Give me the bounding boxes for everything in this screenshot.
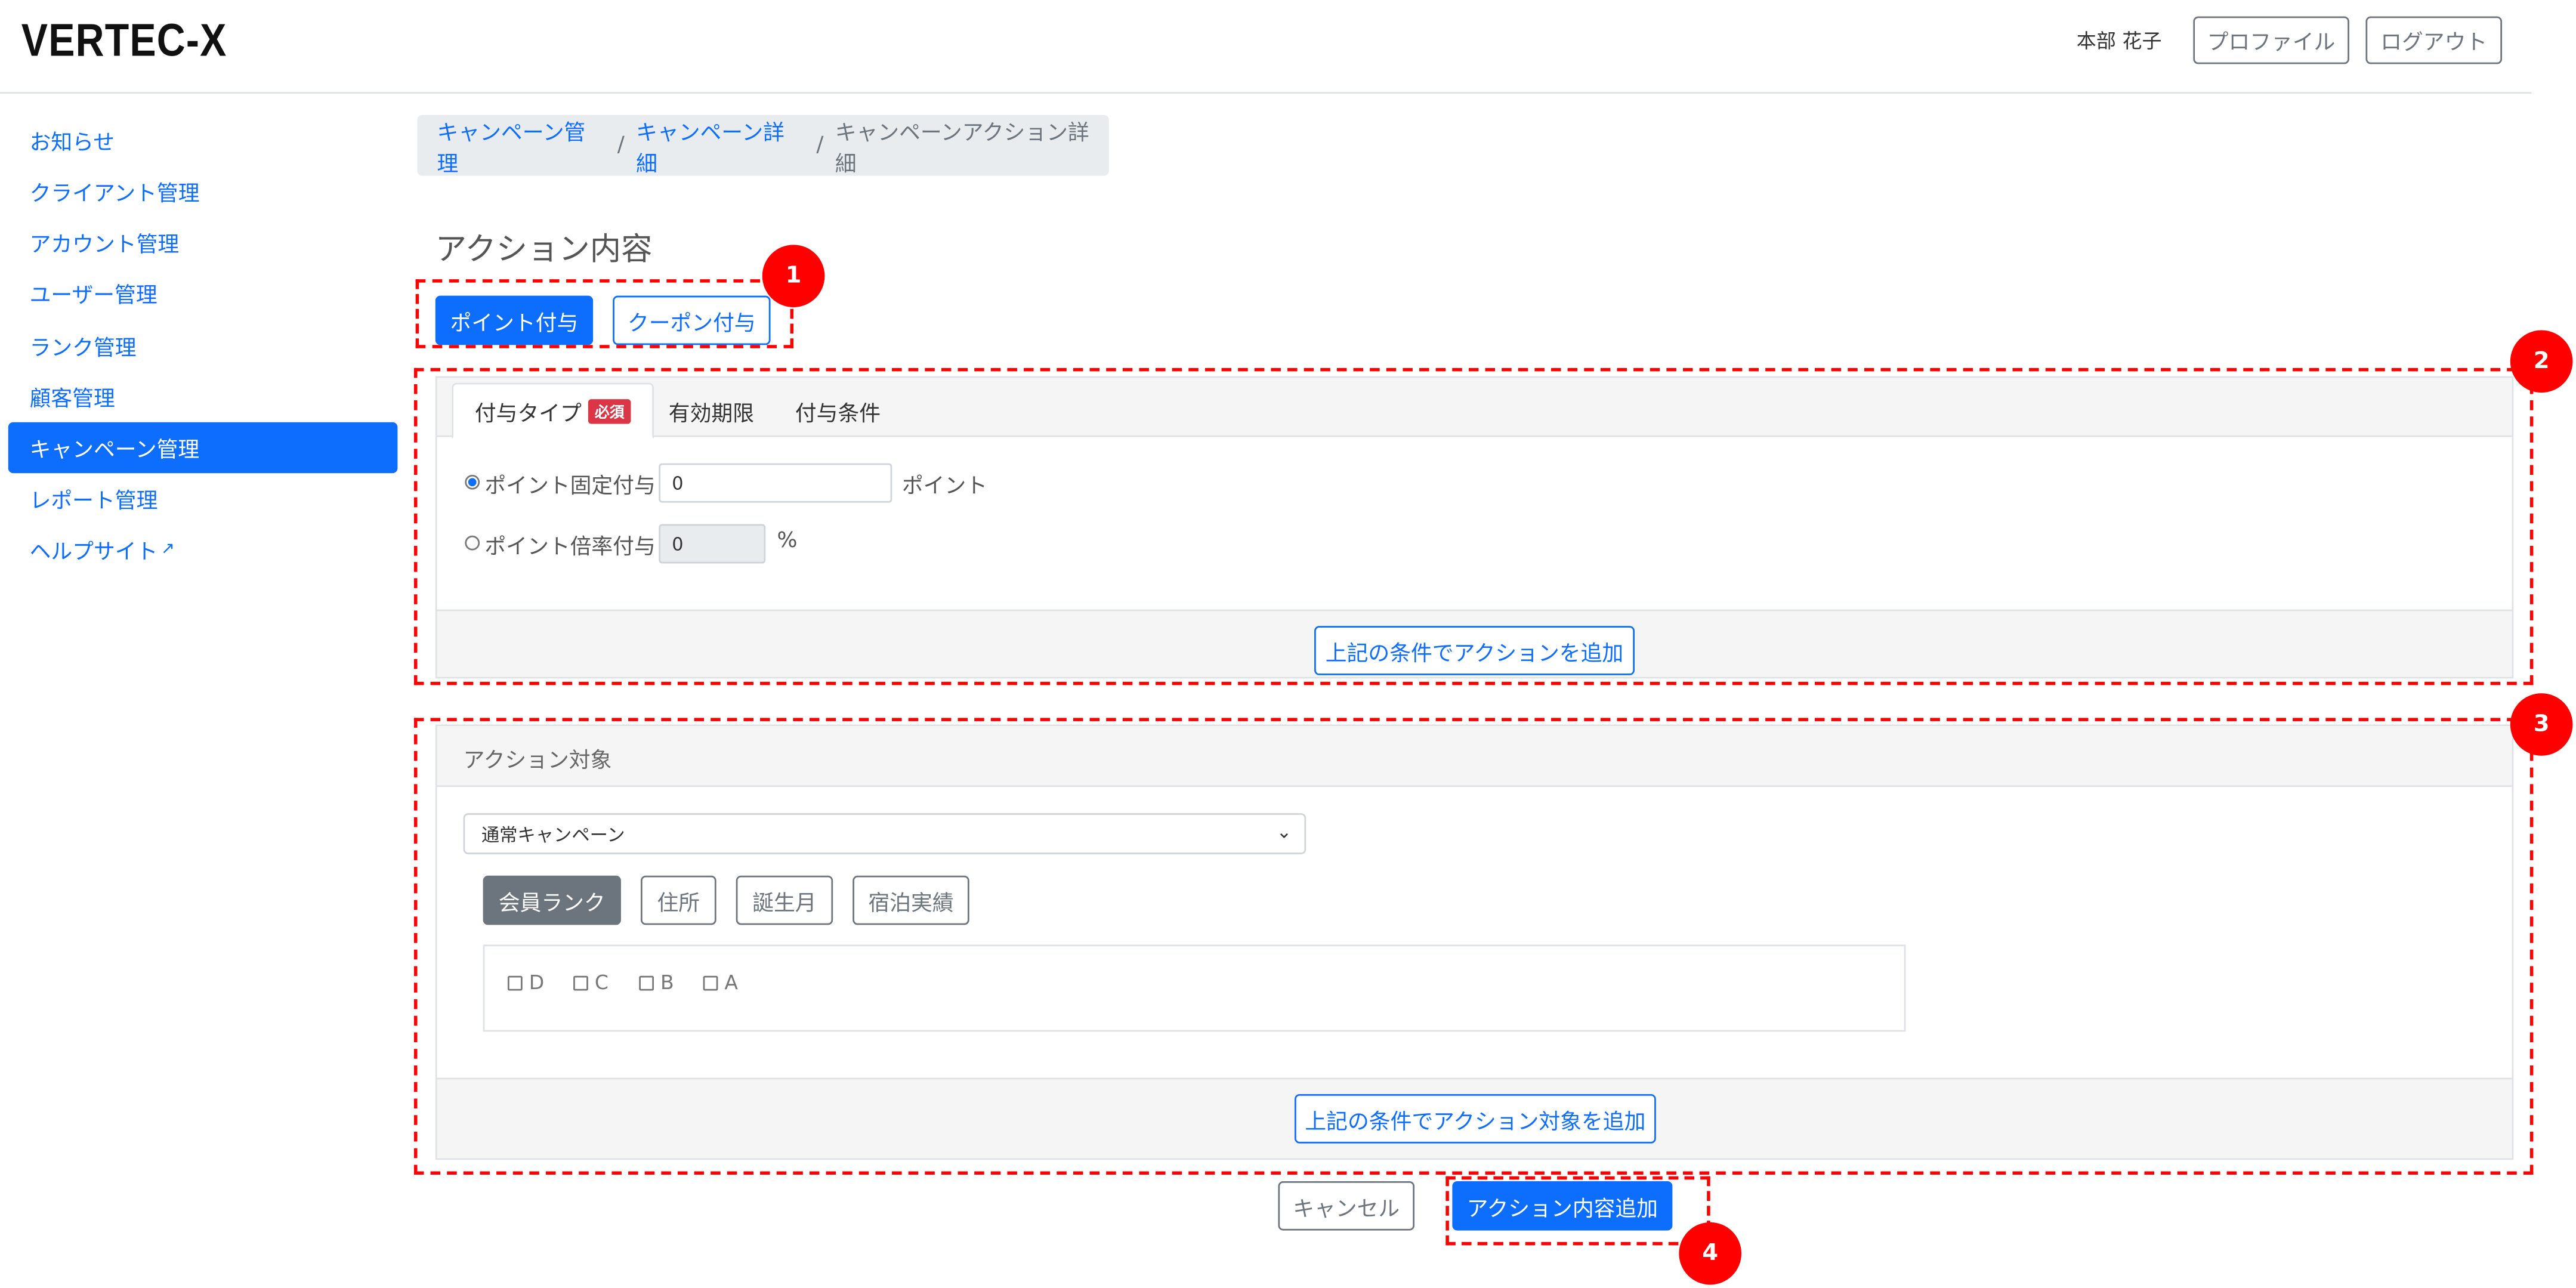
sidebar-item-clients[interactable]: クライアント管理 xyxy=(8,166,398,217)
filter-tab-birth-month[interactable]: 誕生月 xyxy=(736,875,833,925)
sidebar-item-accounts[interactable]: アカウント管理 xyxy=(8,217,398,268)
fixed-point-unit: ポイント xyxy=(901,474,988,500)
rank-checkbox-b[interactable] xyxy=(639,975,654,991)
app-logo: VERTEC-X xyxy=(21,14,227,66)
campaign-type-select[interactable]: 通常キャンペーン xyxy=(463,813,1306,854)
fixed-point-label: ポイント固定付与 xyxy=(484,474,656,500)
breadcrumb-separator: / xyxy=(816,133,824,158)
campaign-type-select-value: 通常キャンペーン xyxy=(481,824,625,845)
tab-grant-conditions[interactable]: 付与条件 xyxy=(795,383,881,439)
rank-label-c: C xyxy=(594,971,609,994)
cancel-button[interactable]: キャンセル xyxy=(1278,1181,1415,1231)
rate-point-input[interactable]: 0 xyxy=(659,524,766,564)
sidebar-item-news[interactable]: お知らせ xyxy=(8,115,398,166)
filter-tab-stay-history[interactable]: 宿泊実績 xyxy=(853,875,969,925)
tab-grant-type-label: 付与タイプ xyxy=(474,401,582,427)
tab-expiry[interactable]: 有効期限 xyxy=(669,383,754,439)
sidebar-item-customers[interactable]: 顧客管理 xyxy=(8,371,398,422)
rank-label-b: B xyxy=(660,971,674,994)
user-name: 本部 花子 xyxy=(2076,29,2162,53)
rate-point-radio[interactable] xyxy=(465,535,480,551)
filter-tab-member-rank[interactable]: 会員ランク xyxy=(483,875,621,925)
profile-button[interactable]: プロファイル xyxy=(2193,16,2349,64)
submit-action-content-button[interactable]: アクション内容追加 xyxy=(1452,1181,1673,1231)
sidebar-item-help[interactable]: ヘルプサイト ↗ xyxy=(8,524,398,574)
sidebar-item-ranks[interactable]: ランク管理 xyxy=(8,320,398,371)
rate-point-unit: % xyxy=(777,529,798,554)
logout-button[interactable]: ログアウト xyxy=(2365,16,2503,64)
callout-badge-3: 3 xyxy=(2510,693,2573,756)
fixed-point-input[interactable]: 0 xyxy=(659,463,892,503)
target-card-title: アクション対象 xyxy=(463,749,612,774)
rank-label-d: D xyxy=(529,971,545,994)
rate-point-label: ポイント倍率付与 xyxy=(484,535,656,561)
rank-checkbox-a[interactable] xyxy=(703,975,718,991)
fixed-point-radio[interactable] xyxy=(465,474,480,490)
add-action-button[interactable]: 上記の条件でアクションを追加 xyxy=(1314,626,1635,675)
external-link-icon: ↗ xyxy=(160,540,175,559)
coupon-grant-button[interactable]: クーポン付与 xyxy=(613,295,771,345)
breadcrumb-campaign-detail[interactable]: キャンペーン詳細 xyxy=(636,114,805,177)
sidebar-item-help-label: ヘルプサイト xyxy=(29,540,158,566)
target-card-header xyxy=(437,726,2512,787)
breadcrumb: キャンペーン管理 / キャンペーン詳細 / キャンペーンアクション詳細 xyxy=(417,114,1109,177)
callout-badge-2: 2 xyxy=(2510,330,2573,393)
point-grant-button[interactable]: ポイント付与 xyxy=(435,295,594,345)
page-title: アクション内容 xyxy=(435,231,653,268)
sidebar-item-campaigns[interactable]: キャンペーン管理 xyxy=(8,422,398,474)
breadcrumb-campaign-management[interactable]: キャンペーン管理 xyxy=(437,114,606,177)
chevron-down-icon: ⌄ xyxy=(1276,821,1292,843)
breadcrumb-current: キャンペーンアクション詳細 xyxy=(835,121,1089,177)
callout-badge-4: 4 xyxy=(1679,1222,1742,1285)
required-badge: 必須 xyxy=(588,398,631,424)
sidebar-item-users[interactable]: ユーザー管理 xyxy=(8,268,398,319)
add-action-target-button[interactable]: 上記の条件でアクション対象を追加 xyxy=(1294,1094,1656,1144)
rank-checkbox-c[interactable] xyxy=(573,975,588,991)
callout-badge-1: 1 xyxy=(762,245,825,307)
sidebar-item-reports[interactable]: レポート管理 xyxy=(8,473,398,524)
rank-label-a: A xyxy=(724,971,739,994)
rank-checkbox-d[interactable] xyxy=(507,975,523,991)
filter-tab-address[interactable]: 住所 xyxy=(640,875,716,925)
breadcrumb-separator: / xyxy=(617,133,625,158)
tab-grant-type[interactable]: 付与タイプ 必須 xyxy=(452,382,654,439)
rank-checkbox-panel xyxy=(483,944,1906,1032)
